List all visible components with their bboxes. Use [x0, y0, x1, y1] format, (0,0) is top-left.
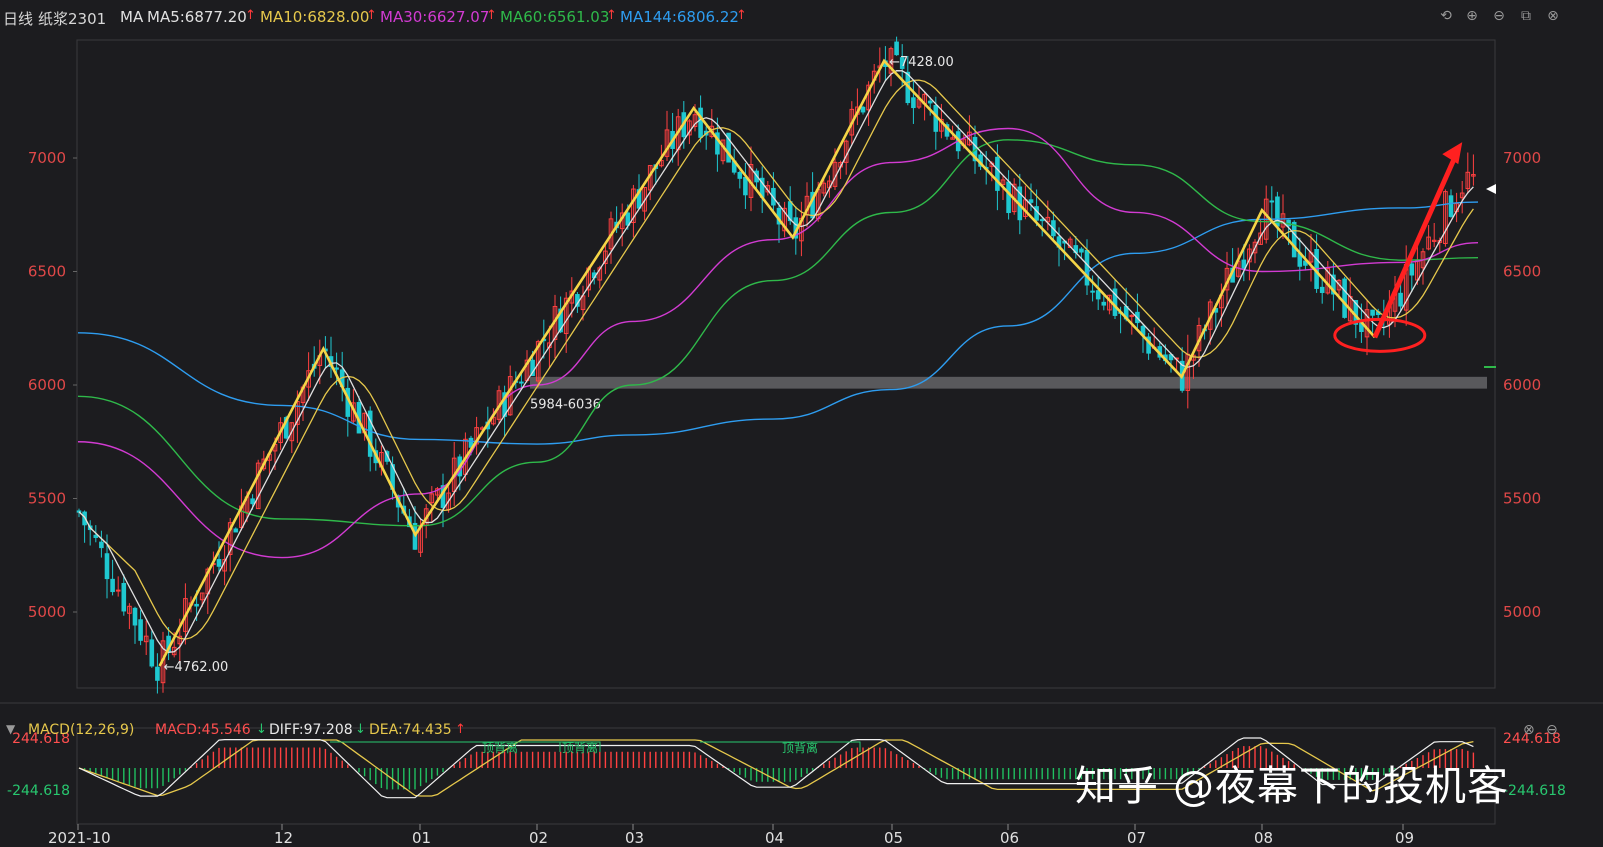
candle-body — [334, 367, 339, 370]
support-band — [530, 376, 1487, 389]
diff-value: DIFF:97.208 — [269, 722, 353, 738]
candle-body — [1028, 199, 1034, 203]
y-tick-label-right: 5000 — [1503, 603, 1541, 621]
macd-header: ▼ MACD(12,26,9) MACD:45.546 ↓ DIFF:97.20… — [0, 720, 1603, 744]
y-tick-label-left: 5000 — [28, 603, 66, 621]
macd-bottom-label-right: -244.618 — [1503, 783, 1566, 799]
collapse-icon[interactable]: ▼ — [6, 722, 15, 736]
y-tick-label-right: 6500 — [1503, 263, 1541, 281]
candle-body — [216, 559, 222, 567]
watermark: 知乎 @夜幕下的投机客 — [1075, 762, 1510, 810]
candle-body — [1095, 290, 1101, 300]
macd-close-icon[interactable]: ⊖ — [1546, 722, 1558, 738]
candle-body — [132, 607, 138, 626]
macd-settings-icon[interactable]: ⊗ — [1523, 722, 1535, 738]
candle-body — [121, 582, 127, 612]
candle-body — [1241, 259, 1247, 269]
candle-body — [115, 589, 121, 592]
macd-value: MACD:45.546 — [155, 722, 251, 738]
y-tick-label-left: 7000 — [28, 149, 66, 167]
candle-body — [1101, 301, 1107, 306]
candle-body — [927, 100, 933, 104]
x-axis: 2021-10 12 01 02 03 04 05 06 07 08 09 — [48, 824, 1414, 847]
candle-body — [894, 41, 899, 56]
y-tick-label-right: 7000 — [1503, 149, 1541, 167]
candle-body — [93, 534, 99, 538]
candle-body — [1079, 248, 1084, 253]
x-tick-label: 02 — [529, 829, 548, 847]
candle-body — [1034, 206, 1039, 221]
candle-body — [1291, 221, 1297, 258]
macd-params: MACD(12,26,9) — [28, 722, 135, 738]
x-tick-label: 04 — [765, 829, 784, 847]
candle-body — [149, 639, 155, 667]
candle-body — [1090, 290, 1095, 293]
candle-body — [1039, 219, 1045, 222]
x-tick-label: 01 — [412, 829, 431, 847]
y-tick-label-left: 6500 — [28, 263, 66, 281]
candle-body — [1084, 249, 1090, 286]
x-tick-label: 08 — [1254, 829, 1273, 847]
candle-body — [1342, 278, 1347, 318]
x-tick-label: 12 — [274, 829, 293, 847]
candle-body — [860, 106, 866, 113]
candle-body — [911, 97, 916, 109]
x-tick-label: 03 — [625, 829, 644, 847]
y-tick-label-left: 5500 — [28, 490, 66, 508]
chart-frame — [0, 39, 1603, 825]
diff-down-arrow-icon: ↓ — [355, 722, 366, 737]
high-label: ←7428.00 — [889, 55, 954, 70]
candle-body — [1448, 195, 1454, 217]
candle-body — [698, 107, 703, 138]
candle-body — [1006, 181, 1011, 214]
macd-bottom-label-left: -244.618 — [7, 783, 70, 799]
candle-body — [110, 578, 115, 593]
candle-body — [155, 666, 160, 681]
x-tick-label: 06 — [1000, 829, 1019, 847]
candle-body — [743, 176, 748, 196]
candle-body — [233, 528, 239, 533]
candle-body — [1269, 200, 1275, 203]
y-tick-label-right: 5500 — [1503, 490, 1541, 508]
low-label: ←4762.00 — [164, 660, 229, 675]
y-tick-label-right: 6000 — [1503, 376, 1541, 394]
candle-body — [737, 171, 743, 179]
x-tick-label: 2021-10 — [48, 829, 111, 847]
x-tick-label: 05 — [884, 829, 903, 847]
candle-body — [1409, 263, 1415, 276]
support-label: 5984-6036 — [530, 398, 601, 413]
candle-body — [138, 619, 143, 641]
x-tick-label: 07 — [1127, 829, 1146, 847]
macd-down-arrow-icon: ↓ — [256, 722, 267, 737]
candle-body — [104, 553, 110, 580]
candle-body — [519, 381, 524, 384]
candle-body — [1370, 309, 1375, 316]
candle-body — [1319, 286, 1325, 293]
y-tick-label-left: 6000 — [28, 376, 66, 394]
plot-area — [76, 39, 1496, 689]
x-tick-label: 09 — [1395, 829, 1414, 847]
candle-body — [194, 603, 199, 607]
candle-body — [1398, 292, 1403, 307]
dea-value: DEA:74.435 — [369, 722, 452, 738]
candle-body — [99, 541, 104, 549]
dea-up-arrow-icon: ↑ — [455, 722, 466, 737]
candle-body — [250, 498, 255, 505]
candle-body — [995, 156, 1000, 191]
